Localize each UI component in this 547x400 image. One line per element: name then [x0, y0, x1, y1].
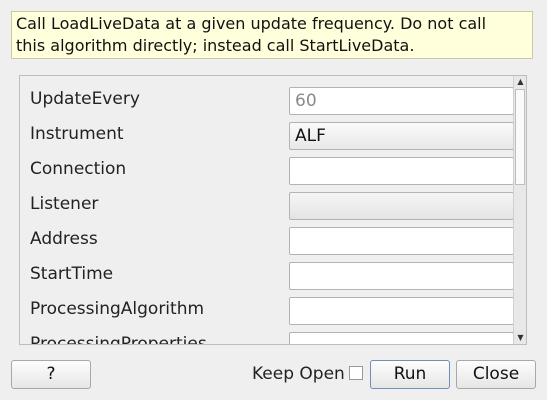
description-line-2: this algorithm directly; instead call St…	[16, 36, 415, 55]
property-row-address: Address	[20, 222, 514, 257]
processing-algorithm-input[interactable]	[289, 297, 514, 325]
property-label: StartTime	[30, 264, 114, 284]
update-every-input: 60	[289, 87, 514, 115]
up-arrow-icon[interactable]: ▲	[514, 76, 526, 88]
properties-panel: UpdateEvery 60 Instrument ALF Connection…	[19, 75, 527, 345]
property-label: UpdateEvery	[30, 89, 140, 109]
property-row-processing-properties: ProcessingProperties	[20, 327, 514, 344]
algorithm-description: Call LoadLiveData at a given update freq…	[11, 11, 533, 59]
property-label: ProcessingProperties	[30, 334, 207, 344]
description-line-1: Call LoadLiveData at a given update freq…	[16, 14, 487, 33]
help-button[interactable]: ?	[11, 360, 91, 389]
property-row-instrument: Instrument ALF	[20, 117, 514, 152]
property-row-start-time: StartTime	[20, 257, 514, 292]
property-row-update-every: UpdateEvery 60	[20, 82, 514, 117]
property-row-listener: Listener	[20, 187, 514, 222]
listener-combobox[interactable]	[289, 192, 514, 220]
property-label: Connection	[30, 159, 127, 179]
connection-input[interactable]	[289, 157, 514, 185]
processing-properties-input[interactable]	[289, 332, 514, 344]
property-row-processing-algorithm: ProcessingAlgorithm	[20, 292, 514, 327]
vertical-scrollbar[interactable]: ▲ ▼	[513, 76, 526, 344]
close-button[interactable]: Close	[456, 360, 536, 389]
property-row-connection: Connection	[20, 152, 514, 187]
down-arrow-icon[interactable]: ▼	[514, 332, 526, 344]
keep-open-checkbox[interactable]	[349, 366, 363, 380]
start-time-input[interactable]	[289, 262, 514, 290]
property-label: Listener	[30, 194, 99, 214]
property-label: ProcessingAlgorithm	[30, 299, 205, 319]
keep-open-label: Keep Open	[252, 364, 345, 384]
property-label: Instrument	[30, 124, 124, 144]
instrument-combobox[interactable]: ALF	[289, 122, 514, 150]
address-input[interactable]	[289, 227, 514, 255]
properties-list: UpdateEvery 60 Instrument ALF Connection…	[20, 76, 514, 344]
run-button[interactable]: Run	[370, 360, 450, 389]
scrollbar-thumb[interactable]	[515, 89, 525, 185]
property-label: Address	[30, 229, 98, 249]
